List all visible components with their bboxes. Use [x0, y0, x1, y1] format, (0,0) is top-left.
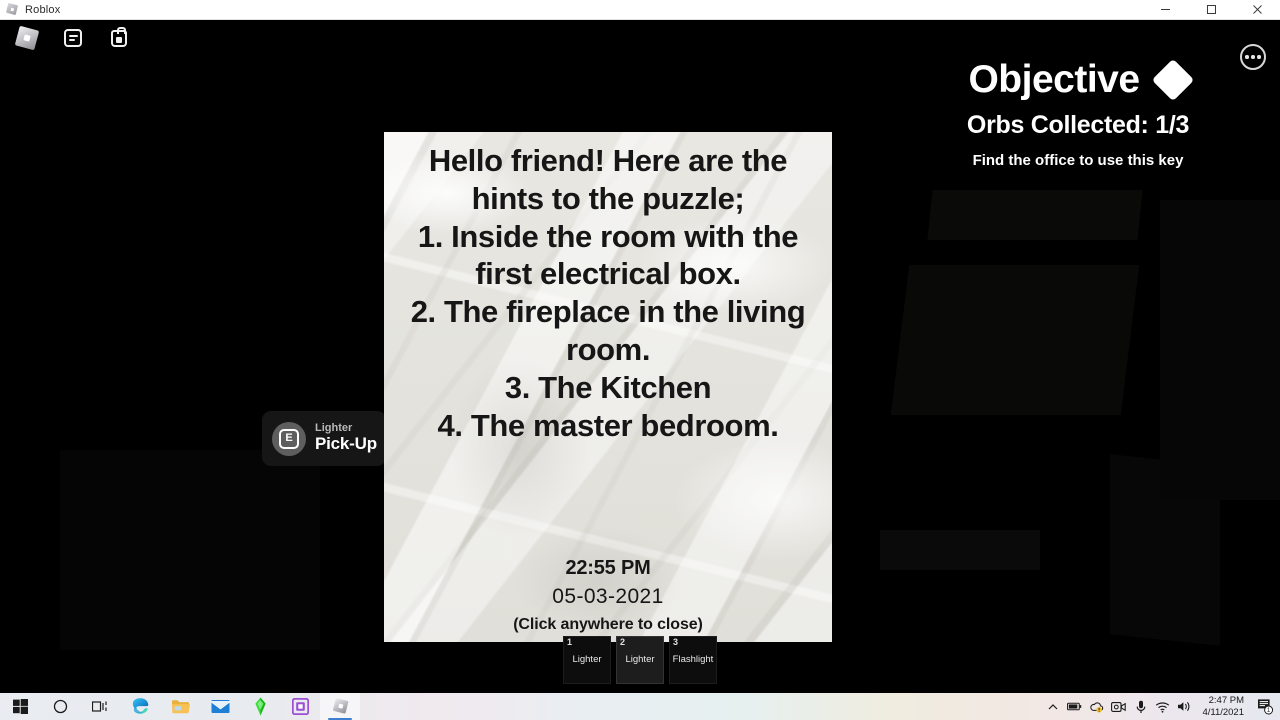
game-viewport[interactable]: Objective Orbs Collected: 1/3 Find the o…	[0, 20, 1280, 693]
task-view-icon[interactable]	[80, 693, 120, 720]
chat-icon[interactable]	[60, 25, 86, 51]
note-footer: 22:55 PM 05-03-2021 (Click anywhere to c…	[384, 557, 832, 634]
scene-shape	[1160, 200, 1280, 500]
page-title: Objective	[968, 58, 1140, 101]
mail-icon[interactable]	[200, 693, 240, 720]
minimize-button[interactable]	[1142, 0, 1188, 20]
battery-icon[interactable]	[1067, 699, 1082, 714]
note-body-text: Hello friend! Here are the hints to the …	[410, 143, 806, 443]
close-button[interactable]	[1234, 0, 1280, 20]
cortana-search-icon[interactable]	[40, 693, 80, 720]
windows-taskbar: 2:47 PM 4/11/2021 1	[0, 693, 1280, 720]
pickup-key-label: E	[279, 428, 299, 449]
hotbar-slot-number: 1	[567, 637, 573, 647]
clock-time: 2:47 PM	[1208, 694, 1244, 706]
camera-icon[interactable]	[1111, 699, 1127, 714]
start-button[interactable]	[0, 693, 40, 720]
volume-icon[interactable]	[1177, 699, 1192, 714]
hotbar: 1 Lighter 2 Lighter 3 Flashlight	[563, 636, 717, 684]
objective-title-row: Objective	[898, 58, 1258, 101]
roblox-menu-icon[interactable]	[14, 25, 40, 51]
key-badge-e: E	[272, 421, 306, 456]
wifi-icon[interactable]	[1155, 699, 1170, 714]
objective-hud: Objective Orbs Collected: 1/3 Find the o…	[898, 58, 1258, 169]
hotbar-slot-number: 3	[673, 637, 679, 647]
pickup-prompt[interactable]: E Lighter Pick-Up	[262, 411, 386, 466]
orbs-collected-status: Orbs Collected: 1/3	[966, 111, 1190, 139]
window-title: Roblox	[25, 3, 61, 16]
purple-app-icon[interactable]	[280, 693, 320, 720]
microphone-icon[interactable]	[1133, 699, 1148, 714]
diamond-icon	[1151, 58, 1194, 101]
roblox-taskbar-icon[interactable]	[320, 693, 360, 720]
onedrive-icon[interactable]	[1089, 699, 1104, 714]
backpack-icon[interactable]	[106, 25, 132, 51]
clock-date: 4/11/2021	[1202, 706, 1244, 718]
pickup-action-label: Pick-Up	[315, 434, 377, 454]
window-controls	[1142, 0, 1280, 20]
hotbar-slot-label: Flashlight	[672, 653, 714, 665]
taskbar-clock[interactable]: 2:47 PM 4/11/2021	[1199, 695, 1247, 718]
note-time: 22:55 PM	[565, 557, 651, 579]
show-hidden-icons-chevron[interactable]	[1045, 699, 1060, 714]
scene-shape	[927, 190, 1143, 240]
hotbar-slot-label: Lighter	[625, 653, 655, 665]
note-close-hint: (Click anywhere to close)	[513, 616, 703, 633]
note-date: 05-03-2021	[552, 585, 664, 608]
pickup-text: Lighter Pick-Up	[315, 423, 377, 453]
hotbar-slot-label: Lighter	[572, 653, 602, 665]
objective-hint-text: Find the office to use this key	[972, 152, 1184, 169]
roblox-titlebar-icon	[5, 2, 19, 16]
scene-shape	[60, 450, 320, 650]
file-explorer-icon[interactable]	[160, 693, 200, 720]
notification-icon[interactable]: 1	[1254, 693, 1276, 720]
system-tray: 2:47 PM 4/11/2021 1	[1045, 693, 1280, 720]
roblox-topbar	[0, 20, 1280, 56]
window-titlebar[interactable]: Roblox	[0, 0, 1280, 20]
scene-shape	[890, 265, 1140, 415]
scene-shape	[880, 530, 1040, 570]
hotbar-slot-number: 2	[620, 637, 626, 647]
sims-icon[interactable]	[240, 693, 280, 720]
maximize-button[interactable]	[1188, 0, 1234, 20]
hotbar-slot[interactable]: 3 Flashlight	[669, 636, 717, 684]
edge-icon[interactable]	[120, 693, 160, 720]
hotbar-slot[interactable]: 2 Lighter	[616, 636, 664, 684]
paper-note-dialog[interactable]: Hello friend! Here are the hints to the …	[384, 132, 832, 642]
hotbar-slot[interactable]: 1 Lighter	[563, 636, 611, 684]
